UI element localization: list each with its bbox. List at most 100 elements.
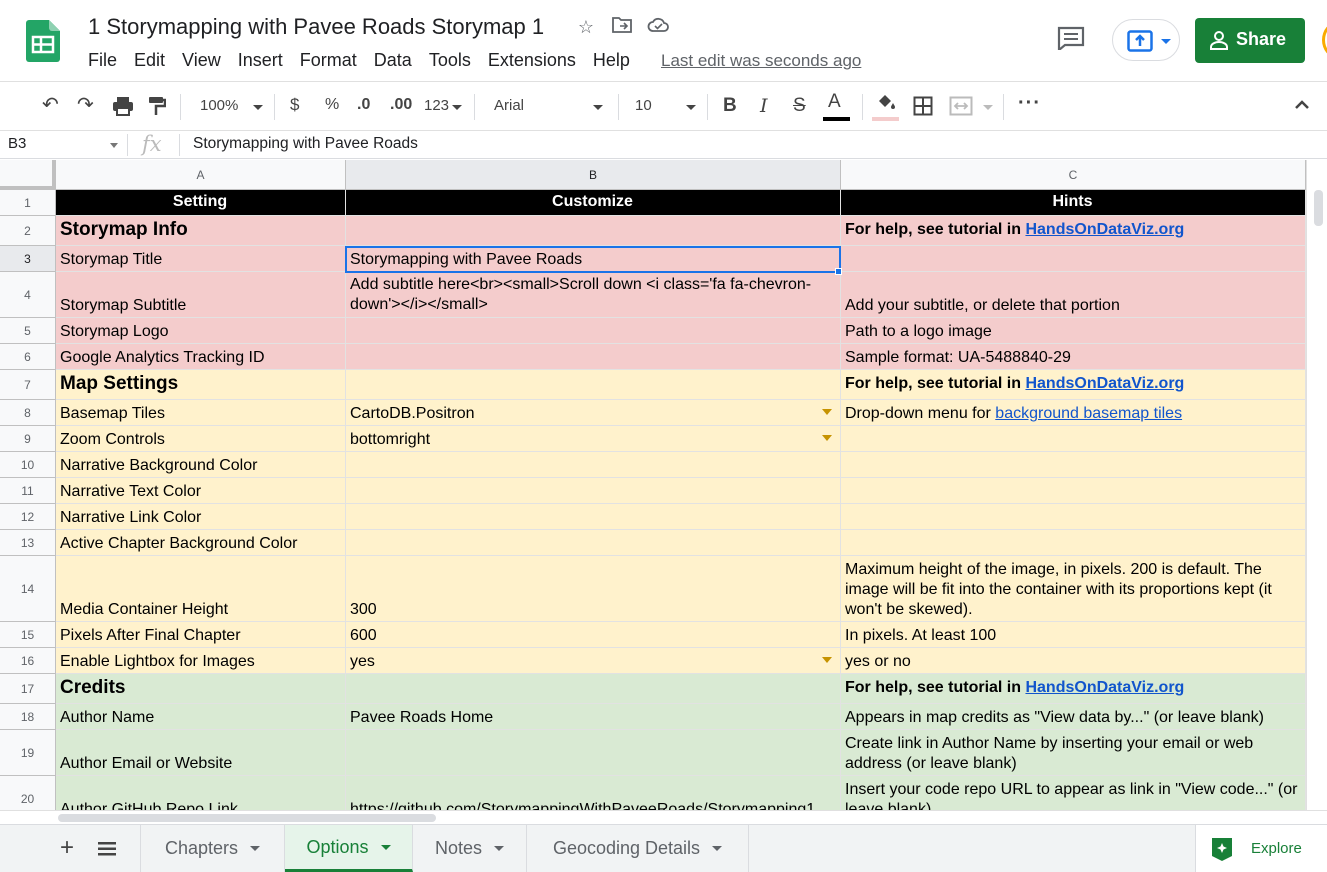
cell-c4[interactable]: Add your subtitle, or delete that portio… [841, 272, 1306, 318]
cell-a3[interactable]: Storymap Title [56, 246, 346, 272]
cell-b8[interactable]: CartoDB.Positron [346, 400, 841, 426]
font-size-chevron-down-icon[interactable] [686, 105, 696, 110]
dropdown-arrow-icon[interactable] [822, 435, 832, 441]
undo-icon[interactable]: ↶ [42, 92, 59, 117]
fill-color-icon[interactable] [875, 93, 897, 111]
text-color-button[interactable]: A [828, 91, 841, 113]
cell-a10[interactable]: Narrative Background Color [56, 452, 346, 478]
cloud-saved-icon[interactable] [647, 16, 669, 38]
cell-c6[interactable]: Sample format: UA-5488840-29 [841, 344, 1306, 370]
horizontal-scroll-thumb[interactable] [58, 814, 436, 822]
redo-icon[interactable]: ↷ [77, 92, 94, 117]
cell-a6[interactable]: Google Analytics Tracking ID [56, 344, 346, 370]
row-header[interactable]: 18 [0, 704, 56, 730]
cell-a18[interactable]: Author Name [56, 704, 346, 730]
cell-c10[interactable] [841, 452, 1306, 478]
row-header[interactable]: 19 [0, 730, 56, 776]
star-icon[interactable]: ☆ [575, 16, 597, 38]
cell-b11[interactable] [346, 478, 841, 504]
cell-c3[interactable] [841, 246, 1306, 272]
paint-format-icon[interactable] [148, 96, 166, 116]
row-header[interactable]: 14 [0, 556, 56, 622]
cell-b2[interactable] [346, 216, 841, 246]
format-currency-button[interactable]: $ [290, 95, 299, 115]
cell-b17[interactable] [346, 674, 841, 704]
sheet-tab-notes[interactable]: Notes [413, 825, 527, 872]
cell-a5[interactable]: Storymap Logo [56, 318, 346, 344]
avatar[interactable] [1322, 22, 1327, 58]
cell-a19[interactable]: Author Email or Website [56, 730, 346, 776]
menu-edit[interactable]: Edit [134, 50, 165, 71]
name-box-chevron-down-icon[interactable] [110, 143, 118, 148]
font-family-select[interactable]: Arial [494, 97, 524, 114]
row-header[interactable]: 17 [0, 674, 56, 704]
document-title[interactable]: 1 Storymapping with Pavee Roads Storymap… [88, 14, 544, 40]
zoom-select[interactable]: 100% [200, 97, 238, 114]
number-format-chevron-down-icon[interactable] [452, 105, 462, 110]
cell-b4[interactable]: Add subtitle here<br><small>Scroll down … [346, 272, 841, 318]
cell-b5[interactable] [346, 318, 841, 344]
vertical-scrollbar[interactable] [1306, 160, 1327, 810]
row-header[interactable]: 3 [0, 246, 56, 272]
cell-b13[interactable] [346, 530, 841, 556]
dropdown-arrow-icon[interactable] [822, 657, 832, 663]
collapse-menus-icon[interactable] [1294, 99, 1310, 109]
menu-view[interactable]: View [182, 50, 221, 71]
row-header[interactable]: 4 [0, 272, 56, 318]
strikethrough-button[interactable]: S [793, 95, 806, 117]
cell-a2[interactable]: Storymap Info [56, 216, 346, 246]
column-header-b[interactable]: B [346, 160, 841, 190]
tutorial-link[interactable]: HandsOnDataViz.org [1025, 221, 1184, 238]
cell-b6[interactable] [346, 344, 841, 370]
add-sheet-icon[interactable]: + [60, 834, 74, 862]
cell-c19[interactable]: Create link in Author Name by inserting … [841, 730, 1306, 776]
cell-a7[interactable]: Map Settings [56, 370, 346, 400]
dropdown-arrow-icon[interactable] [822, 409, 832, 415]
menu-insert[interactable]: Insert [238, 50, 283, 71]
row-header[interactable]: 8 [0, 400, 56, 426]
spreadsheet-grid[interactable]: A B C 1 Setting Customize Hints 2 Storymap In… [0, 160, 1306, 810]
zoom-chevron-down-icon[interactable] [253, 105, 263, 110]
font-chevron-down-icon[interactable] [593, 105, 603, 110]
cell-b20[interactable]: https://github.com/StorymappingWithPavee… [346, 776, 841, 810]
cell-b10[interactable] [346, 452, 841, 478]
row-header[interactable]: 20 [0, 776, 56, 810]
font-size-select[interactable]: 10 [635, 97, 652, 114]
cell-b7[interactable] [346, 370, 841, 400]
number-format-select[interactable]: 123 [424, 97, 449, 114]
menu-data[interactable]: Data [374, 50, 412, 71]
sheet-tab-options[interactable]: Options [285, 825, 413, 872]
row-header[interactable]: 7 [0, 370, 56, 400]
vertical-scroll-thumb[interactable] [1314, 190, 1323, 226]
cell-c14[interactable]: Maximum height of the image, in pixels. … [841, 556, 1306, 622]
cell-b3[interactable]: Storymapping with Pavee Roads [346, 246, 841, 272]
cell-a9[interactable]: Zoom Controls [56, 426, 346, 452]
column-header-a[interactable]: A [56, 160, 346, 190]
row-header[interactable]: 5 [0, 318, 56, 344]
cell-b18[interactable]: Pavee Roads Home [346, 704, 841, 730]
menu-format[interactable]: Format [300, 50, 357, 71]
move-to-folder-icon[interactable] [611, 16, 633, 38]
tutorial-link[interactable]: HandsOnDataViz.org [1025, 679, 1184, 696]
cell-a8[interactable]: Basemap Tiles [56, 400, 346, 426]
cell-a4[interactable]: Storymap Subtitle [56, 272, 346, 318]
menu-extensions[interactable]: Extensions [488, 50, 576, 71]
formula-input[interactable]: Storymapping with Pavee Roads [193, 135, 418, 153]
last-edit-link[interactable]: Last edit was seconds ago [661, 51, 861, 71]
cell-b9[interactable]: bottomright [346, 426, 841, 452]
cell-c2[interactable]: For help, see tutorial in HandsOnDataViz… [841, 216, 1306, 246]
row-header[interactable]: 12 [0, 504, 56, 530]
increase-decimal-button[interactable]: .00 [390, 96, 412, 114]
sheet-tab-chapters[interactable]: Chapters [140, 825, 285, 872]
sheet-tab-geocoding-details[interactable]: Geocoding Details [527, 825, 749, 872]
cell-c20[interactable]: Insert your code repo URL to appear as l… [841, 776, 1306, 810]
cell-c11[interactable] [841, 478, 1306, 504]
decrease-decimal-button[interactable]: .0 [357, 96, 370, 114]
cell-a14[interactable]: Media Container Height [56, 556, 346, 622]
merge-chevron-down-icon[interactable] [983, 105, 993, 110]
borders-icon[interactable] [913, 96, 933, 116]
cell-a13[interactable]: Active Chapter Background Color [56, 530, 346, 556]
cell-a17[interactable]: Credits [56, 674, 346, 704]
cell-a1[interactable]: Setting [56, 190, 346, 216]
menu-help[interactable]: Help [593, 50, 630, 71]
